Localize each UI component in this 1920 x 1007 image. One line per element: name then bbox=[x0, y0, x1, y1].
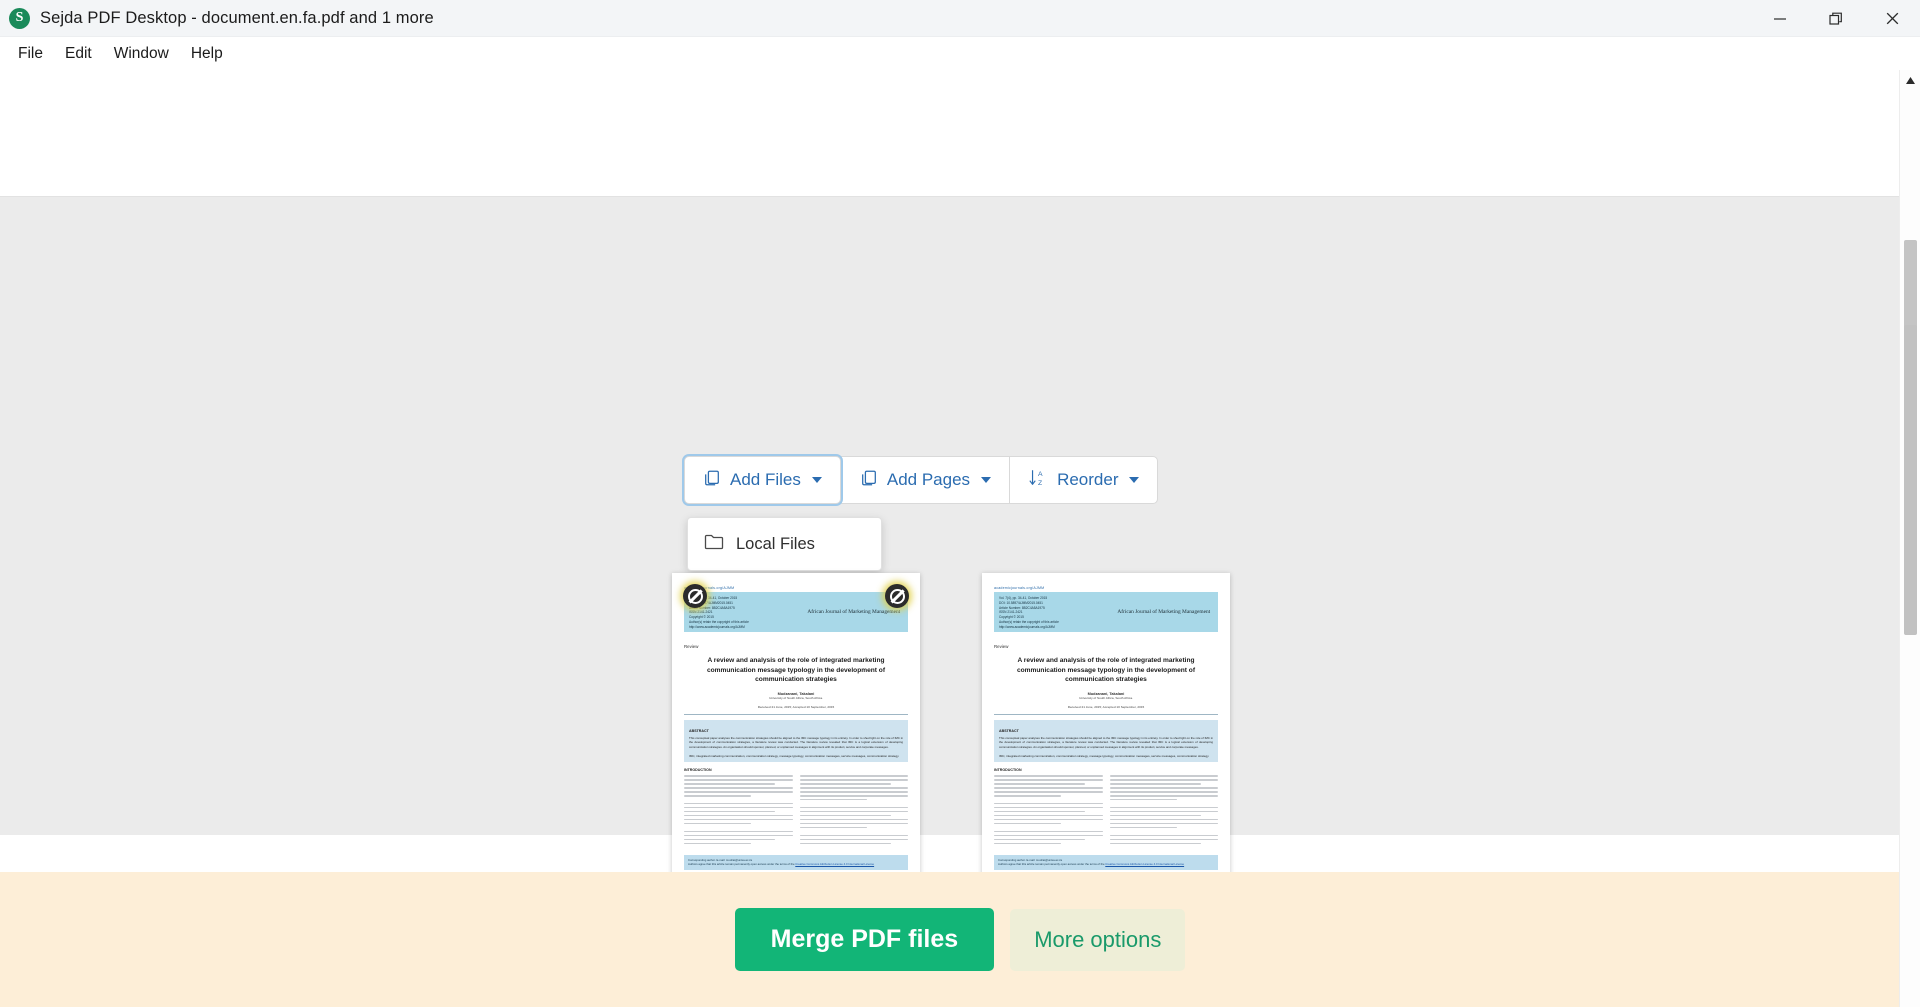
app-logo-icon: S bbox=[9, 7, 30, 29]
license-text: Authors agree that this article remain p… bbox=[998, 862, 1105, 867]
body-columns bbox=[684, 774, 908, 847]
abstract-label: ABSTRACT bbox=[999, 728, 1019, 733]
svg-text:A: A bbox=[1038, 471, 1043, 478]
journal-name: African Journal of Marketing Management bbox=[1117, 609, 1211, 615]
chevron-down-icon bbox=[811, 477, 822, 483]
journal-url: academicjournals.org/AJMM bbox=[994, 586, 1045, 590]
abstract-box: ABSTRACT This conceptual paper analyses … bbox=[684, 719, 908, 762]
vertical-scrollbar[interactable] bbox=[1899, 70, 1920, 1007]
window-title: Sejda PDF Desktop - document.en.fa.pdf a… bbox=[40, 8, 434, 27]
journal-header-band: Vol. 7(4), pp. 34-41, October 2015 DOI: … bbox=[684, 592, 908, 632]
minimize-button[interactable] bbox=[1752, 0, 1808, 37]
keywords-text: IMC, integrated marketing communication,… bbox=[999, 753, 1210, 758]
body-column-right bbox=[1109, 774, 1218, 847]
journal-url: academicjournals.org/AJMM bbox=[684, 586, 735, 590]
article-affiliation: University of South Africa, South Africa… bbox=[1079, 695, 1133, 700]
intro-label: INTRODUCTION bbox=[994, 767, 1022, 772]
title-bar: S Sejda PDF Desktop - document.en.fa.pdf… bbox=[0, 0, 1920, 37]
file-card[interactable]: academicjournals.org/AJMM Vol. 7(4), pp.… bbox=[982, 573, 1230, 923]
journal-name: African Journal of Marketing Management bbox=[807, 609, 901, 615]
article-received: Received 21 June, 2015; Accepted 10 Sept… bbox=[757, 704, 835, 709]
reorder-button[interactable]: A Z Reorder bbox=[1009, 456, 1159, 504]
license-footer: Corresponding author. E-mail: mudzat@uni… bbox=[994, 854, 1218, 870]
article-type-label: Review bbox=[994, 644, 1009, 649]
menu-bar: File Edit Window Help bbox=[0, 37, 1920, 70]
abstract-text: This conceptual paper analyses the commu… bbox=[999, 735, 1213, 750]
merge-pdf-files-button[interactable]: Merge PDF files bbox=[734, 908, 995, 971]
copy-pages-icon bbox=[860, 469, 878, 492]
intro-label: INTRODUCTION bbox=[684, 767, 712, 772]
abstract-label: ABSTRACT bbox=[689, 728, 709, 733]
add-files-label: Add Files bbox=[730, 470, 801, 489]
add-pages-button[interactable]: Add Pages bbox=[840, 456, 1010, 504]
copy-pages-icon bbox=[703, 469, 721, 492]
folder-icon bbox=[704, 533, 724, 555]
license-link[interactable]: Creative Commons Attribution License 4.0… bbox=[1105, 862, 1184, 866]
more-options-button[interactable]: More options bbox=[1010, 908, 1186, 971]
abstract-box: ABSTRACT This conceptual paper analyses … bbox=[994, 719, 1218, 762]
local-files-label: Local Files bbox=[736, 534, 815, 553]
add-files-button[interactable]: Add Files bbox=[684, 456, 841, 504]
body-column-right bbox=[799, 774, 908, 847]
menu-item-file[interactable]: File bbox=[8, 40, 53, 68]
body-column-left bbox=[684, 774, 793, 847]
files-grid: academicjournals.org/AJMM Vol. 7(4), pp.… bbox=[672, 573, 1230, 923]
scrollbar-thumb-secondary[interactable] bbox=[1904, 325, 1917, 635]
thumbnail-page-preview: academicjournals.org/AJMM Vol. 7(4), pp.… bbox=[994, 586, 1218, 871]
scroll-up-arrow-icon[interactable] bbox=[1900, 70, 1920, 90]
license-link[interactable]: Creative Commons Attribution License 4.0… bbox=[795, 862, 874, 866]
file-card[interactable]: academicjournals.org/AJMM Vol. 7(4), pp.… bbox=[672, 573, 920, 923]
body-column-left bbox=[994, 774, 1103, 847]
journal-header-band: Vol. 7(4), pp. 34-41, October 2015 DOI: … bbox=[994, 592, 1218, 632]
top-toolbar-zone: Pages view Files view bbox=[0, 70, 1920, 310]
action-footer: Merge PDF files More options bbox=[0, 872, 1920, 1007]
menu-item-local-files[interactable]: Local Files bbox=[688, 524, 881, 564]
chevron-down-icon bbox=[1129, 477, 1140, 483]
add-files-dropdown-menu: Local Files bbox=[687, 517, 882, 571]
blocked-badge-icon[interactable] bbox=[885, 584, 909, 608]
license-footer: Corresponding author. E-mail: mudzat@uni… bbox=[684, 854, 908, 870]
blocked-badge-icon[interactable] bbox=[683, 584, 707, 608]
chevron-down-icon bbox=[981, 477, 992, 483]
file-thumbnail[interactable]: academicjournals.org/AJMM Vol. 7(4), pp.… bbox=[982, 573, 1230, 881]
file-thumbnail[interactable]: academicjournals.org/AJMM Vol. 7(4), pp.… bbox=[672, 573, 920, 881]
license-text: Authors agree that this article remain p… bbox=[688, 862, 795, 867]
work-area: Add Files Add Pages A Z Reorder Local Fi… bbox=[0, 196, 1920, 922]
article-received: Received 21 June, 2015; Accepted 10 Sept… bbox=[1067, 704, 1145, 709]
restore-button[interactable] bbox=[1808, 0, 1864, 37]
article-type-label: Review bbox=[684, 644, 699, 649]
article-title: A review and analysis of the role of int… bbox=[1016, 657, 1196, 684]
abstract-text: This conceptual paper analyses the commu… bbox=[689, 735, 903, 750]
add-pages-label: Add Pages bbox=[886, 470, 971, 489]
thumbnail-page-preview: academicjournals.org/AJMM Vol. 7(4), pp.… bbox=[684, 586, 908, 871]
journal-meta: Vol. 7(4), pp. 34-41, October 2015 DOI: … bbox=[999, 596, 1059, 629]
menu-item-help[interactable]: Help bbox=[181, 40, 233, 68]
article-title: A review and analysis of the role of int… bbox=[706, 657, 886, 684]
keywords-text: IMC, integrated marketing communication,… bbox=[689, 753, 900, 758]
menu-item-window[interactable]: Window bbox=[104, 40, 179, 68]
body-columns bbox=[994, 774, 1218, 847]
close-button[interactable] bbox=[1864, 0, 1920, 37]
file-toolbar: Add Files Add Pages A Z Reorder bbox=[684, 456, 1159, 504]
reorder-label: Reorder bbox=[1057, 470, 1119, 489]
sort-alpha-icon: A Z bbox=[1028, 468, 1048, 492]
window-controls bbox=[1752, 0, 1920, 37]
svg-text:Z: Z bbox=[1038, 480, 1042, 487]
menu-item-edit[interactable]: Edit bbox=[55, 40, 102, 68]
article-affiliation: University of South Africa, South Africa… bbox=[769, 695, 823, 700]
